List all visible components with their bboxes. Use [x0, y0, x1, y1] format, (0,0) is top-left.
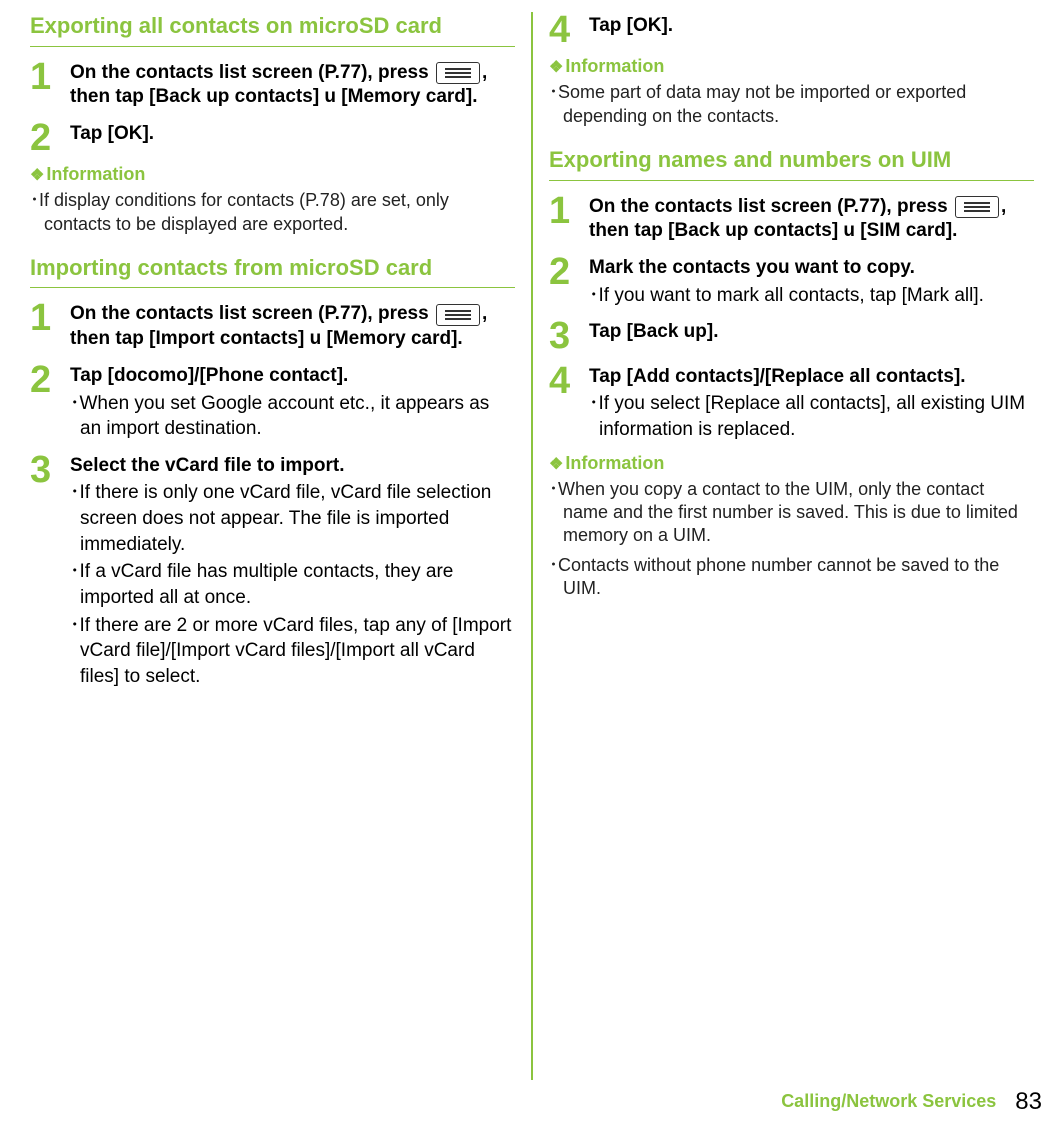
diamond-icon: ❖: [549, 59, 563, 76]
diamond-icon: ❖: [549, 456, 563, 473]
section-rule: [549, 180, 1034, 181]
section-rule: [30, 287, 515, 288]
section-title: Exporting names and numbers on UIM: [549, 146, 1034, 174]
step-sub: ･If you want to mark all contacts, tap […: [589, 283, 1034, 309]
step-1: 1 On the contacts list screen (P.77), pr…: [549, 193, 1034, 244]
section-export-sd: Exporting all contacts on microSD card 1…: [30, 12, 515, 236]
step-text: Tap [OK].: [589, 15, 673, 36]
menu-icon: [436, 304, 480, 326]
info-heading: ❖Information: [549, 453, 1034, 474]
step-body: On the contacts list screen (P.77), pres…: [589, 193, 1034, 244]
left-column: Exporting all contacts on microSD card 1…: [18, 12, 527, 1080]
info-item: ･Some part of data may not be imported o…: [549, 81, 1034, 128]
step-2: 2 Tap [docomo]/[Phone contact]. ･When yo…: [30, 362, 515, 442]
step-1: 1 On the contacts list screen (P.77), pr…: [30, 59, 515, 110]
info-heading: ❖Information: [549, 56, 1034, 77]
section-rule: [30, 46, 515, 47]
info-item: ･If display conditions for contacts (P.7…: [30, 189, 515, 236]
step-2: 2 Mark the contacts you want to copy. ･I…: [549, 254, 1034, 308]
step-number: 1: [30, 300, 70, 334]
page-columns: Exporting all contacts on microSD card 1…: [0, 0, 1064, 1080]
diamond-icon: ❖: [30, 167, 44, 184]
step-body: On the contacts list screen (P.77), pres…: [70, 300, 515, 351]
step-sub: ･When you set Google account etc., it ap…: [70, 391, 515, 442]
step-3: 3 Select the vCard file to import. ･If t…: [30, 452, 515, 690]
step-sub: ･If there is only one vCard file, vCard …: [70, 480, 515, 557]
step-text-c: [SIM card].: [855, 220, 957, 241]
right-column: 4 Tap [OK]. ❖Information ･Some part of d…: [537, 12, 1046, 1080]
step-body: Tap [OK].: [70, 120, 515, 147]
menu-icon: [436, 62, 480, 84]
step-4: 4 Tap [OK].: [549, 12, 1034, 46]
step-text-a: On the contacts list screen (P.77), pres…: [70, 62, 434, 83]
info-label: Information: [565, 56, 664, 76]
footer-page-number: 83: [1015, 1088, 1042, 1115]
info-label: Information: [46, 164, 145, 184]
step-3: 3 Tap [Back up].: [549, 318, 1034, 352]
step-text: Tap [docomo]/[Phone contact].: [70, 364, 515, 389]
step-sub: ･If you select [Replace all contacts], a…: [589, 391, 1034, 442]
step-body: Mark the contacts you want to copy. ･If …: [589, 254, 1034, 308]
step-text: Mark the contacts you want to copy.: [589, 256, 1034, 281]
step-text: Tap [OK].: [70, 123, 154, 144]
step-4: 4 Tap [Add contacts]/[Replace all contac…: [549, 363, 1034, 443]
step-text: Tap [Back up].: [589, 321, 719, 342]
section-import-sd: Importing contacts from microSD card 1 O…: [30, 254, 515, 690]
step-number: 4: [549, 12, 589, 46]
step-text-a: On the contacts list screen (P.77), pres…: [70, 303, 434, 324]
step-text: Select the vCard file to import.: [70, 454, 515, 479]
step-body: Select the vCard file to import. ･If the…: [70, 452, 515, 690]
menu-icon: [955, 196, 999, 218]
step-1: 1 On the contacts list screen (P.77), pr…: [30, 300, 515, 351]
section-import-sd-cont: 4 Tap [OK]. ❖Information ･Some part of d…: [549, 12, 1034, 128]
step-number: 2: [30, 362, 70, 396]
step-number: 3: [549, 318, 589, 352]
arrow-icon: u: [843, 220, 855, 241]
step-number: 4: [549, 363, 589, 397]
step-number: 3: [30, 452, 70, 486]
step-2: 2 Tap [OK].: [30, 120, 515, 154]
arrow-icon: u: [324, 86, 336, 107]
step-body: Tap [docomo]/[Phone contact]. ･When you …: [70, 362, 515, 442]
step-text-c: [Memory card].: [336, 86, 477, 107]
column-divider: [531, 12, 533, 1080]
step-body: Tap [Back up].: [589, 318, 1034, 345]
info-item: ･Contacts without phone number cannot be…: [549, 554, 1034, 601]
info-label: Information: [565, 453, 664, 473]
step-text-a: On the contacts list screen (P.77), pres…: [589, 196, 953, 217]
step-text-c: [Memory card].: [321, 328, 462, 349]
step-number: 1: [549, 193, 589, 227]
step-number: 1: [30, 59, 70, 93]
step-text: Tap [Add contacts]/[Replace all contacts…: [589, 365, 1034, 390]
info-item: ･When you copy a contact to the UIM, onl…: [549, 478, 1034, 548]
step-sub: ･If there are 2 or more vCard files, tap…: [70, 613, 515, 690]
section-export-uim: Exporting names and numbers on UIM 1 On …: [549, 146, 1034, 600]
step-body: On the contacts list screen (P.77), pres…: [70, 59, 515, 110]
section-title: Exporting all contacts on microSD card: [30, 12, 515, 40]
arrow-icon: u: [310, 328, 322, 349]
step-body: Tap [OK].: [589, 12, 1034, 39]
page-footer: Calling/Network Services 83: [781, 1088, 1042, 1116]
info-heading: ❖Information: [30, 164, 515, 185]
step-sub: ･If a vCard file has multiple contacts, …: [70, 559, 515, 610]
step-number: 2: [549, 254, 589, 288]
step-body: Tap [Add contacts]/[Replace all contacts…: [589, 363, 1034, 443]
section-title: Importing contacts from microSD card: [30, 254, 515, 282]
footer-section: Calling/Network Services: [781, 1091, 996, 1111]
step-number: 2: [30, 120, 70, 154]
